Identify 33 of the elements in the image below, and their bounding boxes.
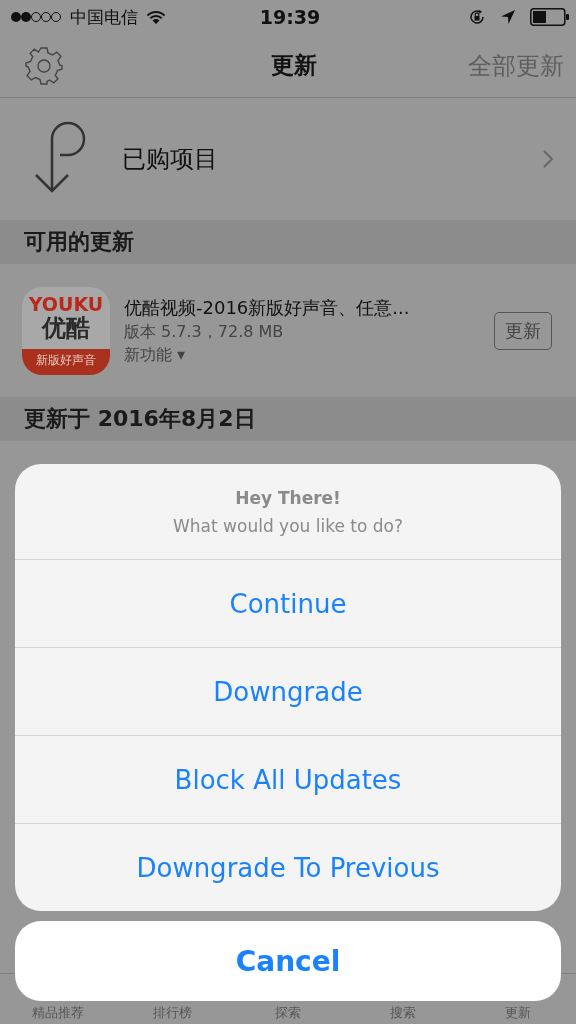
cancel-button[interactable]: Cancel — [15, 921, 561, 1001]
purchased-label: 已购项目 — [122, 144, 219, 175]
chevron-icon — [542, 149, 554, 169]
sheet-message: What would you like to do? — [173, 515, 403, 536]
section-title: 可用的更新 — [24, 228, 134, 256]
sheet-action-button[interactable]: Continue — [15, 559, 561, 647]
app-info: 版本 5.7.3，72.8 MB — [124, 321, 285, 343]
wifi-icon — [146, 9, 166, 25]
tab-label[interactable]: 排行榜 — [115, 1004, 231, 1022]
update-all-button[interactable]: 全部更新 — [468, 49, 564, 82]
sheet-action-button[interactable]: Downgrade — [15, 647, 561, 735]
settings-icon[interactable] — [24, 45, 64, 86]
app-name: 优酷视频-2016新版好声音、任意... — [124, 295, 411, 320]
tab-label[interactable]: 搜索 — [345, 1004, 461, 1022]
whats-new-link[interactable]: 新功能 ▾ — [124, 344, 480, 366]
tab-label[interactable]: 更新 — [460, 1004, 576, 1022]
tab-label[interactable]: 精品推荐 — [0, 1004, 116, 1022]
carrier-name: 中国电信 — [70, 5, 138, 29]
sheet-title: Hey There! — [235, 487, 341, 508]
status-time: 19:39 — [259, 6, 321, 28]
tab-label[interactable]: 探索 — [230, 1004, 346, 1022]
battery-icon — [530, 8, 570, 26]
sheet-action-button[interactable]: Downgrade To Previous — [15, 823, 561, 911]
section-title: 更新于 2016年8月2日 — [24, 405, 256, 433]
purchased-row[interactable]: 已购项目 — [0, 98, 576, 220]
update-button[interactable]: 更新 — [494, 311, 552, 350]
nav-title: 更新 — [271, 51, 317, 80]
location-arrow-icon — [500, 9, 516, 25]
signal-icon — [10, 11, 62, 23]
rotation-lock-icon — [468, 8, 486, 26]
sheet-action-button[interactable]: Block All Updates — [15, 735, 561, 823]
app-icon: YOUKU 优酷 新版好声音 — [22, 286, 110, 375]
app-row[interactable]: YOUKU 优酷 新版好声音 优酷视频-2016新版好声音、任意... 版本 5.7.3，72.8 MB 新功能 ▾ 更新 — [0, 264, 576, 397]
